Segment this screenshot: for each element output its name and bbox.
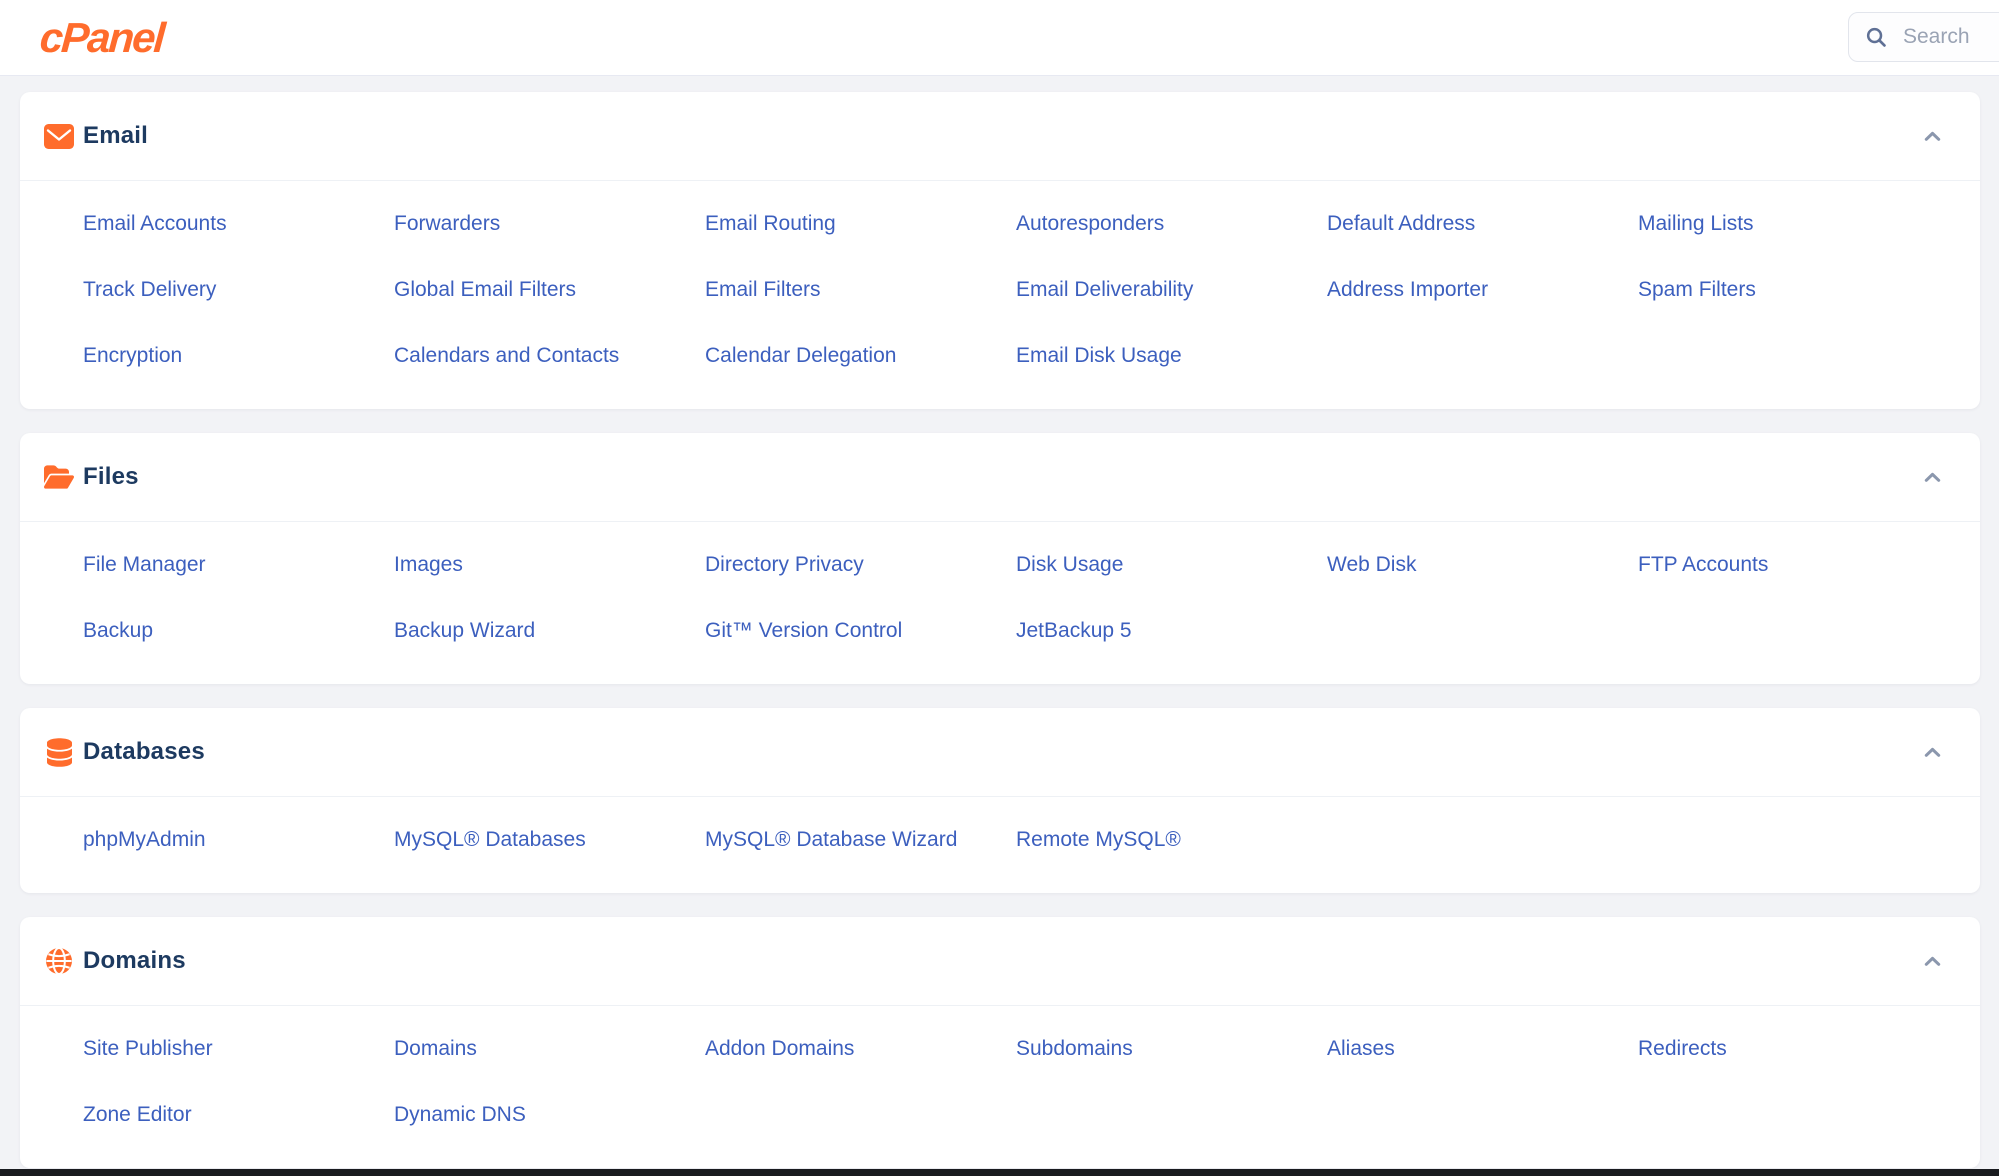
envelope-icon [44, 124, 74, 149]
database-icon [44, 738, 74, 767]
globe-icon [44, 947, 74, 975]
app-link-backup-wizard[interactable]: Backup Wizard [394, 598, 535, 664]
section-links-grid: File Manager Images Directory Privacy Disk … [20, 522, 1980, 684]
section-collapse-button[interactable] [1915, 119, 1950, 154]
search-box[interactable] [1848, 12, 1999, 62]
section-links-grid: Email Accounts Forwarders Email Routing Aut… [20, 181, 1980, 409]
app-link-addon-domains[interactable]: Addon Domains [705, 1016, 854, 1082]
section-collapse-button[interactable] [1915, 944, 1950, 979]
app-link-backup[interactable]: Backup [83, 598, 153, 664]
app-link-spam-filters[interactable]: Spam Filters [1638, 257, 1756, 323]
top-bar: cPanel [0, 0, 1999, 76]
app-link-calendar-delegation[interactable]: Calendar Delegation [705, 323, 896, 389]
section-header[interactable]: Domains [20, 917, 1980, 1006]
chevron-up-icon [1919, 464, 1946, 491]
section-header[interactable]: Email [20, 92, 1980, 181]
section-title: Files [83, 463, 139, 491]
app-link-ftp-accounts[interactable]: FTP Accounts [1638, 532, 1768, 598]
app-link-email-deliverability[interactable]: Email Deliverability [1016, 257, 1193, 323]
cpanel-logo: cPanel [38, 14, 165, 62]
chevron-up-icon [1919, 948, 1946, 975]
section-header[interactable]: Databases [20, 708, 1980, 797]
app-link-dynamic-dns[interactable]: Dynamic DNS [394, 1082, 526, 1148]
chevron-up-icon [1919, 739, 1946, 766]
section-header[interactable]: Files [20, 433, 1980, 522]
section-domains: Domains Site Publisher Domains Addon Domai… [20, 917, 1980, 1168]
app-link-redirects[interactable]: Redirects [1638, 1016, 1727, 1082]
section-title: Email [83, 122, 148, 150]
window-bottom-edge [0, 1169, 1999, 1176]
app-link-jetbackup-5[interactable]: JetBackup 5 [1016, 598, 1132, 664]
app-link-email-filters[interactable]: Email Filters [705, 257, 821, 323]
section-files: Files File Manager Images Directory Privac… [20, 433, 1980, 684]
app-link-phpmyadmin[interactable]: phpMyAdmin [83, 807, 206, 873]
app-link-domains[interactable]: Domains [394, 1016, 477, 1082]
app-link-calendars-and-contacts[interactable]: Calendars and Contacts [394, 323, 619, 389]
app-link-email-routing[interactable]: Email Routing [705, 191, 836, 257]
section-links-grid: Site Publisher Domains Addon Domains Subdom… [20, 1006, 1980, 1168]
section-databases: Databases phpMyAdmin MySQL® Databases MySQ… [20, 708, 1980, 893]
app-link-encryption[interactable]: Encryption [83, 323, 182, 389]
app-link-aliases[interactable]: Aliases [1327, 1016, 1395, 1082]
app-link-subdomains[interactable]: Subdomains [1016, 1016, 1133, 1082]
folder-open-icon [44, 463, 74, 491]
chevron-up-icon [1919, 123, 1946, 150]
sections-container: Email Email Accounts Forwarders Email Rout… [20, 92, 1980, 1176]
section-email: Email Email Accounts Forwarders Email Rout… [20, 92, 1980, 409]
app-link-email-accounts[interactable]: Email Accounts [83, 191, 227, 257]
app-link-email-disk-usage[interactable]: Email Disk Usage [1016, 323, 1182, 389]
section-title: Domains [83, 947, 186, 975]
app-link-mysql-database-wizard[interactable]: MySQL® Database Wizard [705, 807, 957, 873]
app-link-zone-editor[interactable]: Zone Editor [83, 1082, 192, 1148]
app-link-git-version-control[interactable]: Git™ Version Control [705, 598, 902, 664]
app-link-mysql-databases[interactable]: MySQL® Databases [394, 807, 586, 873]
app-link-web-disk[interactable]: Web Disk [1327, 532, 1416, 598]
section-title: Databases [83, 738, 205, 766]
app-link-default-address[interactable]: Default Address [1327, 191, 1475, 257]
search-input[interactable] [1901, 24, 1999, 50]
app-link-directory-privacy[interactable]: Directory Privacy [705, 532, 864, 598]
app-link-address-importer[interactable]: Address Importer [1327, 257, 1488, 323]
section-collapse-button[interactable] [1915, 460, 1950, 495]
app-link-site-publisher[interactable]: Site Publisher [83, 1016, 213, 1082]
app-link-global-email-filters[interactable]: Global Email Filters [394, 257, 576, 323]
app-link-autoresponders[interactable]: Autoresponders [1016, 191, 1164, 257]
app-link-mailing-lists[interactable]: Mailing Lists [1638, 191, 1754, 257]
app-link-images[interactable]: Images [394, 532, 463, 598]
search-icon [1865, 26, 1888, 49]
section-collapse-button[interactable] [1915, 735, 1950, 770]
app-link-forwarders[interactable]: Forwarders [394, 191, 500, 257]
app-link-file-manager[interactable]: File Manager [83, 532, 206, 598]
app-link-remote-mysql[interactable]: Remote MySQL® [1016, 807, 1181, 873]
section-links-grid: phpMyAdmin MySQL® Databases MySQL® Databas… [20, 797, 1980, 893]
app-link-track-delivery[interactable]: Track Delivery [83, 257, 216, 323]
app-link-disk-usage[interactable]: Disk Usage [1016, 532, 1123, 598]
